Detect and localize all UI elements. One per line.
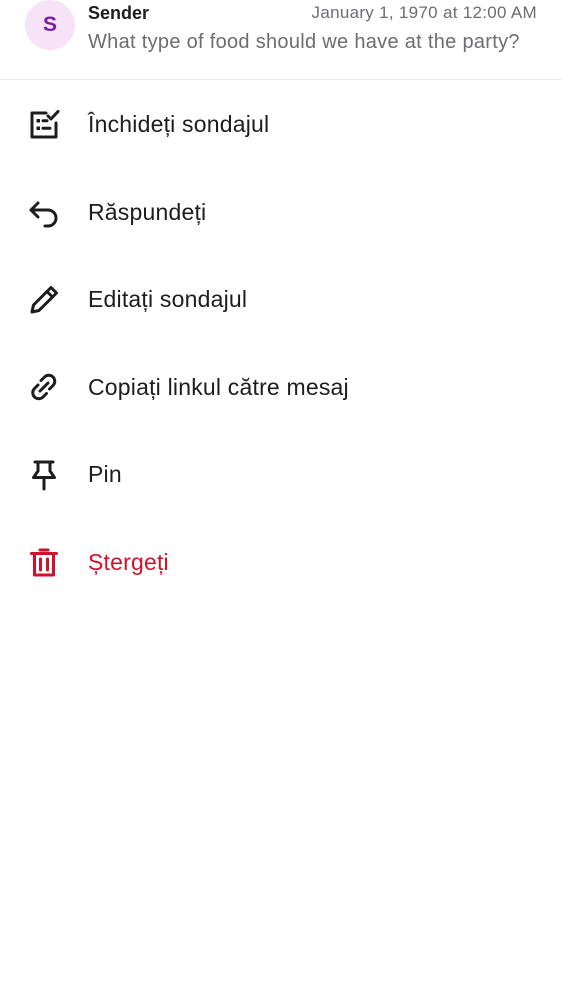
actions-menu: Închideți sondajul Răspundeți Editați so…	[0, 81, 562, 606]
reply-label: Răspundeți	[88, 198, 207, 225]
message-preview: What type of food should we have at the …	[88, 31, 520, 53]
pin-button[interactable]: Pin	[0, 431, 562, 519]
close-poll-label: Închideți sondajul	[88, 111, 270, 138]
link-icon	[27, 370, 61, 404]
reply-button[interactable]: Răspundeți	[0, 169, 562, 257]
copy-link-label: Copiați linkul către mesaj	[88, 373, 349, 400]
delete-label: Ștergeți	[88, 548, 169, 575]
pin-label: Pin	[88, 461, 122, 488]
pin-icon	[27, 458, 61, 492]
message-timestamp: January 1, 1970 at 12:00 AM	[311, 3, 537, 22]
edit-poll-button[interactable]: Editați sondajul	[0, 256, 562, 344]
edit-poll-label: Editați sondajul	[88, 286, 248, 313]
poll-close-icon	[27, 108, 61, 142]
message-actions-sheet: S Sender January 1, 1970 at 12:00 AM Wha…	[0, 0, 562, 1000]
trash-icon	[27, 545, 61, 579]
message-header: S Sender January 1, 1970 at 12:00 AM Wha…	[0, 0, 562, 80]
copy-link-button[interactable]: Copiați linkul către mesaj	[0, 344, 562, 432]
avatar-initial: S	[42, 13, 57, 36]
sender-name: Sender	[88, 3, 150, 23]
reply-icon	[27, 195, 61, 229]
avatar: S	[25, 0, 75, 50]
delete-button[interactable]: Ștergeți	[0, 519, 562, 607]
close-poll-button[interactable]: Închideți sondajul	[0, 81, 562, 169]
pencil-icon	[27, 283, 61, 317]
